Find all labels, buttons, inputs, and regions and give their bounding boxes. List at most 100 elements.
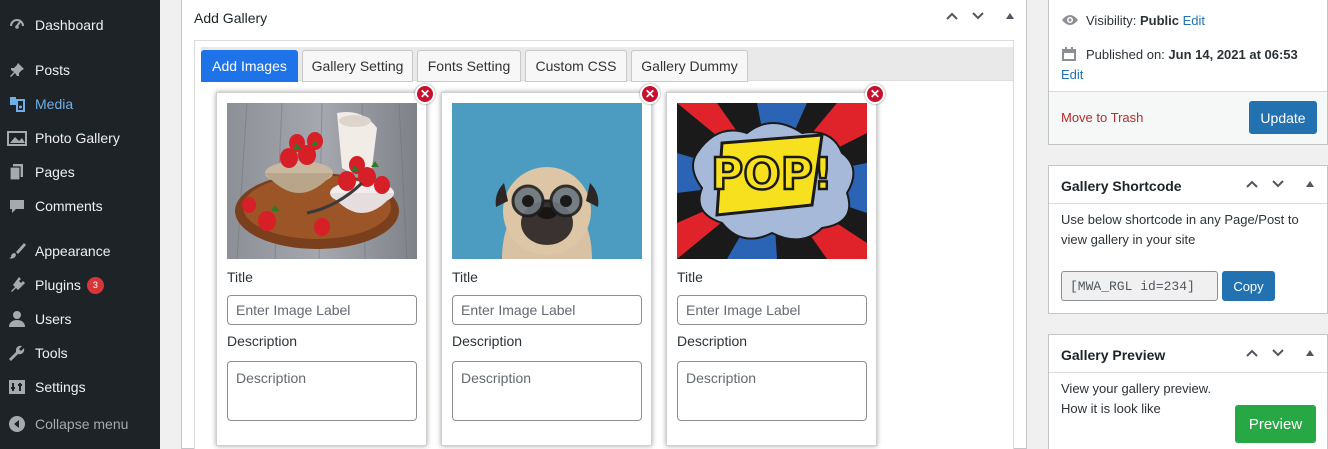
admin-sidebar: Dashboard Posts Media Photo Gallery Page…: [0, 0, 160, 449]
tab-gallery-dummy[interactable]: Gallery Dummy: [631, 50, 748, 82]
menu-item-appearance[interactable]: Appearance: [0, 234, 160, 268]
image-description-input[interactable]: [452, 361, 642, 421]
menu-item-tools[interactable]: Tools: [0, 336, 160, 370]
menu-label: Photo Gallery: [35, 130, 120, 146]
menu-label: Tools: [35, 345, 68, 361]
preview-help-text: View your gallery preview. How it is loo…: [1061, 381, 1212, 416]
description-label: Description: [227, 333, 298, 349]
published-row: Published on: Jun 14, 2021 at 06:53: [1086, 45, 1298, 65]
toggle-triangle-icon[interactable]: [1005, 9, 1015, 26]
remove-image-icon[interactable]: ✕: [640, 84, 660, 104]
tab-gallery-setting[interactable]: Gallery Setting: [302, 50, 413, 82]
pop-art-text: POP!: [711, 149, 833, 200]
plugin-update-badge: 3: [86, 276, 104, 294]
title-label: Title: [452, 269, 478, 285]
tab-fonts-setting[interactable]: Fonts Setting: [417, 50, 521, 82]
image-description-input[interactable]: [677, 361, 867, 421]
visibility-value: Public: [1139, 13, 1179, 28]
strawberries-image: [227, 103, 417, 259]
menu-label: Collapse menu: [35, 416, 129, 432]
dashboard-icon: [7, 15, 27, 35]
gallery-shortcode-panel: Gallery Shortcode Use below shortcode in…: [1048, 165, 1328, 314]
update-button[interactable]: Update: [1249, 101, 1317, 134]
menu-item-media[interactable]: Media: [0, 87, 160, 121]
menu-item-pages[interactable]: Pages: [0, 155, 160, 189]
tab-add-images[interactable]: Add Images: [201, 50, 298, 82]
metabox-title: Add Gallery: [194, 10, 268, 26]
menu-label: Posts: [35, 62, 71, 78]
edit-date-link[interactable]: Edit: [1061, 65, 1083, 85]
image-title-input[interactable]: [227, 295, 417, 325]
panel-title: Gallery Preview: [1061, 347, 1166, 363]
shortcode-help-text: Use below shortcode in any Page/Post to …: [1061, 212, 1299, 247]
tab-custom-css[interactable]: Custom CSS: [525, 50, 627, 82]
paintbrush-icon: [7, 241, 27, 261]
collapse-menu-button[interactable]: Collapse menu: [0, 407, 160, 441]
pop-art-image: POP!: [677, 103, 867, 259]
published-label: Published on:: [1086, 47, 1165, 62]
menu-label: Dashboard: [35, 17, 104, 33]
menu-label: Appearance: [35, 243, 111, 259]
title-label: Title: [677, 269, 703, 285]
menu-item-comments[interactable]: Comments: [0, 189, 160, 223]
toggle-triangle-icon[interactable]: [1305, 346, 1315, 363]
menu-item-dashboard[interactable]: Dashboard: [0, 8, 160, 42]
edit-visibility-link[interactable]: Edit: [1183, 13, 1205, 28]
pin-icon: [7, 60, 27, 80]
remove-image-icon[interactable]: ✕: [865, 84, 885, 104]
menu-label: Users: [35, 311, 72, 327]
photo-gallery-icon: [7, 128, 27, 148]
panel-header: Gallery Shortcode: [1049, 166, 1327, 204]
chevron-down-icon[interactable]: [1271, 346, 1285, 363]
gallery-image-card: Title Description ✕: [216, 84, 435, 446]
description-label: Description: [452, 333, 523, 349]
menu-item-photo-gallery[interactable]: Photo Gallery: [0, 121, 160, 155]
menu-label: Pages: [35, 164, 75, 180]
image-title-input[interactable]: [452, 295, 642, 325]
comment-icon: [7, 196, 27, 216]
image-title-input[interactable]: [677, 295, 867, 325]
gallery-preview-panel: Gallery Preview View your gallery previe…: [1048, 334, 1328, 449]
published-date: Jun 14, 2021 at 06:53: [1168, 47, 1298, 62]
visibility-row: Visibility: Public Edit: [1086, 11, 1205, 31]
chevron-up-icon[interactable]: [945, 9, 959, 26]
menu-label: Media: [35, 96, 74, 112]
wrench-icon: [7, 343, 27, 363]
chevron-up-icon[interactable]: [1245, 177, 1259, 194]
gallery-image-card: POP! Title Description ✕: [666, 84, 885, 446]
chevron-up-icon[interactable]: [1245, 346, 1259, 363]
preview-button[interactable]: Preview: [1235, 405, 1316, 443]
calendar-icon: [1061, 46, 1077, 65]
plugin-icon: [7, 275, 27, 295]
panel-header: Gallery Preview: [1049, 335, 1327, 373]
add-gallery-metabox: Add Gallery Add Images Gallery Setting F…: [181, 0, 1027, 449]
toggle-triangle-icon[interactable]: [1305, 177, 1315, 194]
image-description-input[interactable]: [227, 361, 417, 421]
eye-icon: [1061, 13, 1079, 30]
menu-label: Plugins: [35, 277, 81, 293]
chevron-down-icon[interactable]: [1271, 177, 1285, 194]
menu-label: Comments: [35, 198, 103, 214]
remove-image-icon[interactable]: ✕: [415, 84, 435, 104]
shortcode-field[interactable]: [MWA_RGL id=234]: [1061, 271, 1218, 301]
menu-item-users[interactable]: Users: [0, 302, 160, 336]
pages-icon: [7, 162, 27, 182]
publish-actions: Move to Trash Update: [1049, 91, 1327, 144]
gallery-tabs: Add Images Gallery Setting Fonts Setting…: [201, 47, 1013, 82]
visibility-label: Visibility:: [1086, 13, 1137, 28]
publish-panel: Visibility: Public Edit Published on: Ju…: [1048, 0, 1328, 145]
menu-label: Settings: [35, 379, 86, 395]
menu-item-settings[interactable]: Settings: [0, 370, 160, 404]
gallery-image-card: Title Description ✕: [441, 84, 660, 446]
menu-item-posts[interactable]: Posts: [0, 53, 160, 87]
users-icon: [7, 309, 27, 329]
description-label: Description: [677, 333, 748, 349]
menu-item-plugins[interactable]: Plugins 3: [0, 268, 160, 302]
copy-shortcode-button[interactable]: Copy: [1222, 271, 1275, 301]
media-icon: [7, 94, 27, 114]
chevron-down-icon[interactable]: [971, 9, 985, 26]
collapse-icon: [7, 414, 27, 434]
title-label: Title: [227, 269, 253, 285]
pug-glasses-image: [452, 103, 642, 259]
move-to-trash-link[interactable]: Move to Trash: [1061, 108, 1143, 128]
